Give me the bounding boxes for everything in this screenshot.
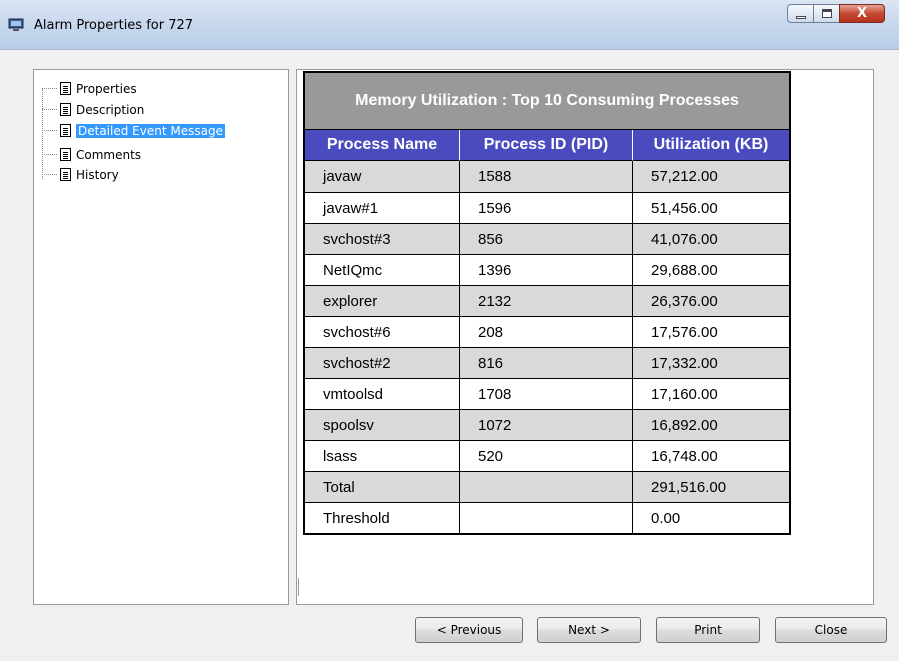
document-icon xyxy=(60,168,71,181)
print-button[interactable]: Print xyxy=(656,617,760,643)
table-row: NetIQmc 1396 29,688.00 xyxy=(305,254,789,285)
pid-cell: 856 xyxy=(459,223,632,254)
pid-cell: 1396 xyxy=(459,254,632,285)
tree-branch xyxy=(42,174,57,175)
utilization-cell: 57,212.00 xyxy=(632,161,789,192)
maximize-icon xyxy=(822,9,832,18)
document-icon xyxy=(60,148,71,161)
process-name-cell: lsass xyxy=(305,440,459,471)
table-row: lsass 520 16,748.00 xyxy=(305,440,789,471)
tree-branch xyxy=(42,88,57,89)
tree-item-label: History xyxy=(76,167,119,182)
window-title: Alarm Properties for 727 xyxy=(34,18,194,33)
table-row: explorer 2132 26,376.00 xyxy=(305,285,789,316)
process-name-cell: svchost#3 xyxy=(305,223,459,254)
table-row: svchost#2 816 17,332.00 xyxy=(305,347,789,378)
document-icon xyxy=(60,124,71,137)
utilization-cell: 51,456.00 xyxy=(632,192,789,223)
tree-item-label: Description xyxy=(76,102,145,117)
pid-cell: 520 xyxy=(459,440,632,471)
tree-item-comments[interactable]: Comments xyxy=(42,146,141,163)
table-row-threshold: Threshold 0.00 xyxy=(305,502,789,533)
alarm-properties-window: Alarm Properties for 727 X Properties De… xyxy=(0,0,899,661)
table-title: Memory Utilization : Top 10 Consuming Pr… xyxy=(305,73,789,130)
process-name-cell: explorer xyxy=(305,285,459,316)
process-name-cell: Total xyxy=(305,471,459,502)
panel-divider[interactable] xyxy=(298,578,299,596)
process-name-cell: svchost#6 xyxy=(305,316,459,347)
navigation-tree: Properties Description Detailed Event Me… xyxy=(33,69,289,605)
pid-cell: 1596 xyxy=(459,192,632,223)
table-row: svchost#6 208 17,576.00 xyxy=(305,316,789,347)
tree-item-history[interactable]: History xyxy=(42,166,119,183)
pid-cell: 208 xyxy=(459,316,632,347)
monitor-icon xyxy=(8,18,24,31)
pid-cell xyxy=(459,471,632,502)
pid-cell: 2132 xyxy=(459,285,632,316)
previous-button[interactable]: < Previous xyxy=(415,617,523,643)
column-header-pid: Process ID (PID) xyxy=(459,130,632,161)
close-button[interactable]: Close xyxy=(775,617,887,643)
utilization-cell: 0.00 xyxy=(632,502,789,533)
pid-cell: 1708 xyxy=(459,378,632,409)
table-row-total: Total 291,516.00 xyxy=(305,471,789,502)
utilization-cell: 17,332.00 xyxy=(632,347,789,378)
minimize-icon xyxy=(796,16,806,19)
window-controls: X xyxy=(787,4,885,24)
tree-branch xyxy=(42,130,57,131)
tree-branch xyxy=(42,154,57,155)
column-header-utilization: Utilization (KB) xyxy=(632,130,789,161)
pid-cell: 1072 xyxy=(459,409,632,440)
close-window-button[interactable]: X xyxy=(839,4,885,23)
tree-item-label: Comments xyxy=(76,147,142,162)
utilization-cell: 291,516.00 xyxy=(632,471,789,502)
tree-item-description[interactable]: Description xyxy=(42,101,144,118)
process-name-cell: NetIQmc xyxy=(305,254,459,285)
utilization-cell: 41,076.00 xyxy=(632,223,789,254)
document-icon xyxy=(60,103,71,116)
pid-cell: 816 xyxy=(459,347,632,378)
document-icon xyxy=(60,82,71,95)
tree-item-detailed-event-message[interactable]: Detailed Event Message xyxy=(42,122,225,139)
table-row: javaw 1588 57,212.00 xyxy=(305,161,789,192)
utilization-cell: 17,160.00 xyxy=(632,378,789,409)
tree-item-properties[interactable]: Properties xyxy=(42,80,137,97)
tree-item-label: Properties xyxy=(76,81,137,96)
maximize-button[interactable] xyxy=(813,4,840,23)
utilization-cell: 17,576.00 xyxy=(632,316,789,347)
utilization-cell: 16,892.00 xyxy=(632,409,789,440)
process-name-cell: javaw#1 xyxy=(305,192,459,223)
close-icon: X xyxy=(856,6,868,21)
table-row: javaw#1 1596 51,456.00 xyxy=(305,192,789,223)
utilization-cell: 29,688.00 xyxy=(632,254,789,285)
utilization-cell: 16,748.00 xyxy=(632,440,789,471)
process-name-cell: spoolsv xyxy=(305,409,459,440)
process-name-cell: Threshold xyxy=(305,502,459,533)
table-row: spoolsv 1072 16,892.00 xyxy=(305,409,789,440)
table-row: vmtoolsd 1708 17,160.00 xyxy=(305,378,789,409)
minimize-button[interactable] xyxy=(787,4,814,23)
process-name-cell: svchost#2 xyxy=(305,347,459,378)
tree-item-label: Detailed Event Message xyxy=(76,123,225,138)
pid-cell: 1588 xyxy=(459,161,632,192)
utilization-cell: 26,376.00 xyxy=(632,285,789,316)
table-row: svchost#3 856 41,076.00 xyxy=(305,223,789,254)
column-header-process-name: Process Name xyxy=(305,130,459,161)
tree-branch xyxy=(42,109,57,110)
process-name-cell: vmtoolsd xyxy=(305,378,459,409)
pid-cell xyxy=(459,502,632,533)
title-bar[interactable]: Alarm Properties for 727 X xyxy=(0,0,899,50)
memory-utilization-table: Memory Utilization : Top 10 Consuming Pr… xyxy=(303,71,791,535)
next-button[interactable]: Next > xyxy=(537,617,641,643)
process-name-cell: javaw xyxy=(305,161,459,192)
